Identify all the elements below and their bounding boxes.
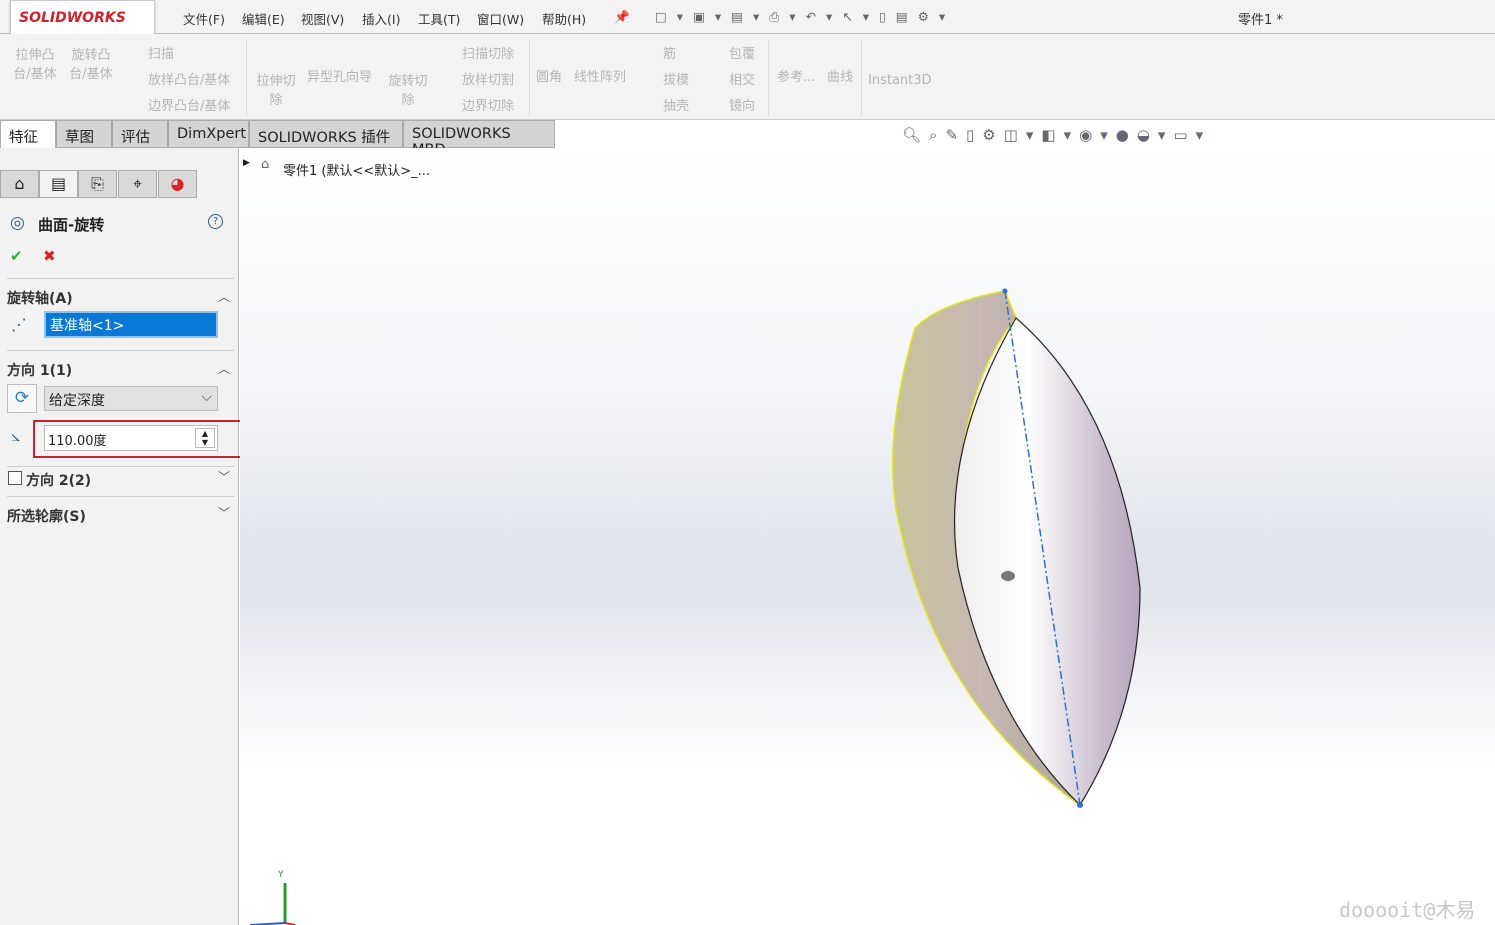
expand-chevron-icon[interactable]: ﹀ (218, 468, 230, 485)
fillet-button[interactable]: 圆角 (536, 66, 562, 85)
shell-button[interactable]: 抽壳 (663, 95, 689, 114)
end-condition-dropdown[interactable]: 给定深度 ⌵ (44, 386, 218, 411)
boundary-cut-button[interactable]: 边界切除 (462, 95, 514, 114)
axis-icon: ⋰ (11, 315, 27, 334)
draft-button[interactable]: 拔模 (663, 69, 689, 88)
tab-addins[interactable]: SOLIDWORKS 插件 (249, 120, 403, 148)
linear-pattern-button[interactable]: 线性阵列 (574, 66, 626, 85)
heads-up-view-toolbar-icons[interactable]: 🔍︎⌕✎▯⚙◫▾◧▾◉▾●◒▾▭▾ (902, 126, 1211, 144)
menu-window[interactable]: 窗口(W) (477, 9, 524, 28)
triad-y-label: Y (278, 870, 284, 880)
mirror-button[interactable]: 镜向 (729, 95, 755, 114)
tab-sketch[interactable]: 草图 (56, 120, 112, 148)
angle-icon: ⦣ (11, 426, 21, 445)
tab-evaluate[interactable]: 评估 (112, 120, 168, 148)
chevron-down-icon: ⌵ (201, 389, 212, 405)
revolve-boss-button[interactable]: 旋转凸台/基体 (68, 46, 114, 84)
boundary-button[interactable]: 边界凸台/基体 (148, 95, 230, 114)
revolve-surface-icon: ◎ (10, 213, 25, 233)
tab-mbd[interactable]: SOLIDWORKS MBD (403, 120, 555, 158)
expand-chevron-icon[interactable]: ﹀ (218, 504, 230, 521)
command-manager-ribbon: 拉伸凸台/基体 旋转凸台/基体 扫描 放样凸台/基体 边界凸台/基体 拉伸切除 … (0, 34, 1495, 120)
loft-button[interactable]: 放样凸台/基体 (148, 69, 230, 88)
model-3d (249, 288, 1141, 925)
axis-triad (249, 883, 296, 925)
menu-edit[interactable]: 编辑(E) (242, 9, 285, 28)
watermark: dooooit@木易 (1339, 898, 1476, 922)
property-manager-panel: ⌂ ▤ ⎘ ⌖ ◕ ◎ 曲面-旋转 ? ✔ ✖ 旋转轴(A) ︿ ⋰ 基准轴<1… (0, 148, 244, 925)
title-bar: SOLIDWORKS 文件(F) 编辑(E) 视图(V) 插入(I) 工具(T)… (0, 0, 1495, 36)
curves-button[interactable]: 曲线 (827, 66, 853, 85)
extrude-cut-button[interactable]: 拉伸切除 (254, 72, 298, 110)
configuration-manager-tab-icon[interactable]: ⎘ (78, 170, 117, 198)
sweep-cut-button[interactable]: 扫描切除 (462, 43, 514, 62)
collapse-chevron-icon[interactable]: ︿ (218, 288, 230, 305)
dimxpert-manager-tab-icon[interactable]: ⌖ (118, 170, 157, 198)
cancel-x-icon[interactable]: ✖ (43, 247, 56, 265)
tab-dimxpert[interactable]: DimXpert (168, 120, 249, 148)
rib-button[interactable]: 筋 (663, 43, 676, 62)
angle-spinner[interactable]: ▲ ▼ (195, 428, 215, 448)
menu-view[interactable]: 视图(V) (301, 9, 344, 28)
axis-selection-box[interactable]: 基准轴<1> (44, 311, 218, 338)
hole-wizard-button[interactable]: 异型孔向导 (307, 66, 372, 85)
display-manager-tab-icon[interactable]: ◕ (158, 170, 197, 198)
end-condition-value: 给定深度 (49, 393, 105, 409)
direction2-section-header[interactable]: 方向 2(2) (26, 470, 91, 490)
loft-cut-button[interactable]: 放样切割 (462, 69, 514, 88)
menu-file[interactable]: 文件(F) (183, 9, 225, 28)
reference-geometry-button[interactable]: 参考... (777, 66, 815, 85)
tab-features[interactable]: 特征 (0, 120, 56, 148)
menu-help[interactable]: 帮助(H) (542, 9, 586, 28)
lens-surface (953, 317, 1141, 806)
feature-tree-tab-icon[interactable]: ⌂ (0, 170, 39, 198)
axis-section-header[interactable]: 旋转轴(A) (7, 288, 73, 308)
direction2-checkbox[interactable] (8, 471, 22, 485)
revolve-cut-button[interactable]: 旋转切除 (386, 72, 430, 110)
pin-icon[interactable]: 📌 (614, 9, 630, 25)
wrap-button[interactable]: 包覆 (729, 43, 755, 62)
angle-input[interactable]: 110.00度 ▲ ▼ (44, 425, 218, 451)
collapse-chevron-icon[interactable]: ︿ (218, 360, 230, 377)
document-title: 零件1 * (1238, 13, 1283, 28)
intersect-button[interactable]: 相交 (729, 69, 755, 88)
property-manager-tab-icon[interactable]: ▤ (39, 170, 78, 198)
direction1-section-header[interactable]: 方向 1(1) (7, 360, 72, 380)
menu-tools[interactable]: 工具(T) (418, 9, 460, 28)
ok-check-icon[interactable]: ✔ (10, 247, 23, 265)
menu-insert[interactable]: 插入(I) (362, 9, 400, 28)
graphics-area[interactable]: ▶ ⌂ 零件1 (默认<<默认>_... Y dooooit@木易 (240, 148, 1495, 925)
selected-contours-section-header[interactable]: 所选轮廓(S) (7, 506, 86, 526)
feature-title: 曲面-旋转 (38, 216, 105, 234)
instant3d-button[interactable]: Instant3D (868, 73, 932, 88)
solidworks-logo[interactable]: SOLIDWORKS (10, 0, 155, 36)
angle-value: 110.00度 (48, 434, 107, 449)
help-icon[interactable]: ? (208, 214, 223, 229)
quick-access-toolbar-icons[interactable]: □▾▣▾▤▾⎙▾↶▾↖▾▯▤⚙▾ (655, 9, 955, 25)
extrude-boss-button[interactable]: 拉伸凸台/基体 (12, 46, 58, 84)
reverse-direction-icon[interactable]: ⟳ (7, 384, 37, 413)
sweep-button[interactable]: 扫描 (148, 43, 174, 62)
